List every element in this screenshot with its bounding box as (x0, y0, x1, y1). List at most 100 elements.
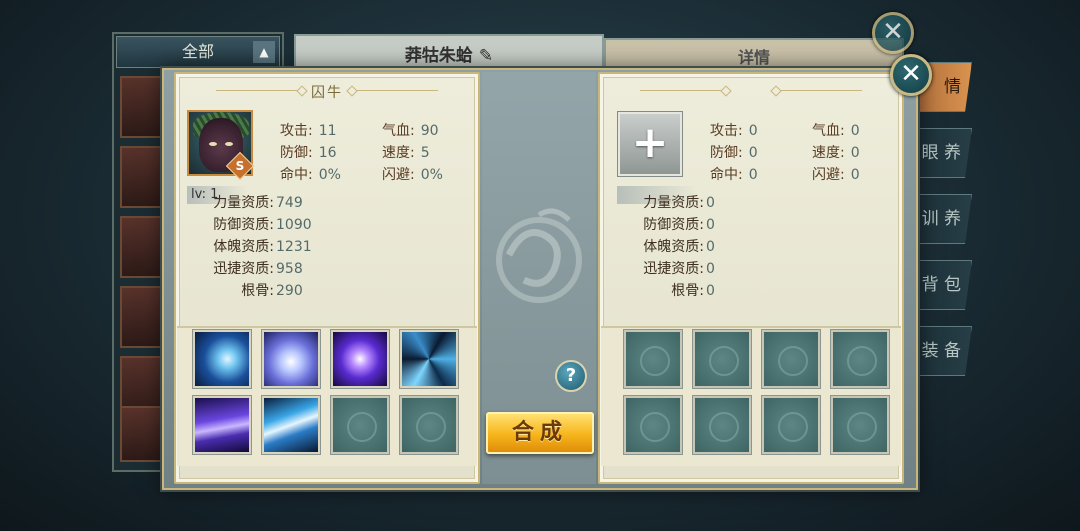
background-pet-slot (120, 146, 164, 208)
side-tab-bag[interactable]: 背 包 (914, 260, 972, 310)
background-pet-slot (120, 216, 164, 278)
stat-label: 速度: (382, 145, 415, 161)
aptitude-label: 迅捷资质: (213, 261, 274, 277)
empty-skill-slot (624, 396, 682, 454)
aptitude-label: 防御资质: (213, 217, 274, 233)
target-aptitude-strength: 力量资质: 0 (622, 192, 715, 212)
stat-value: 0 (850, 145, 860, 161)
empty-skill-slot (831, 396, 889, 454)
stat-speed: 速度: 5 (382, 142, 430, 162)
stat-label: 攻击: (710, 123, 743, 139)
target-stat-hp: 气血: 0 (812, 120, 860, 140)
aptitude-label: 体魄资质: (213, 239, 274, 255)
target-aptitude-defense: 防御资质: 0 (622, 214, 715, 234)
question-mark-icon: ? (565, 365, 577, 386)
aptitude-value: 290 (276, 283, 303, 299)
aptitude-label: 根骨: (241, 283, 274, 299)
aptitude-value: 958 (276, 261, 303, 277)
side-tab-label: 眼 养 (921, 143, 961, 163)
target-stat-defense: 防御: 0 (710, 142, 758, 162)
purple-pillar-skill-icon[interactable] (193, 396, 251, 454)
portrait-eye (225, 142, 233, 146)
background-detail-label: 详情 (737, 48, 770, 67)
side-tab-label: 情 (944, 77, 961, 97)
stat-value: 0 (748, 123, 758, 139)
close-icon: ✕ (900, 59, 922, 89)
empty-skill-slot (762, 330, 820, 388)
pet-list-filter-label: 全部 (181, 42, 214, 61)
pet-list-filter[interactable]: 全部 ▲ (116, 36, 280, 68)
target-stat-speed: 速度: 0 (812, 142, 860, 162)
stat-label: 攻击: (280, 123, 313, 139)
side-tab-train[interactable]: 训 养 (914, 194, 972, 244)
stat-value: 5 (420, 145, 430, 161)
aptitude-root-bone: 根骨: 290 (192, 280, 303, 300)
aptitude-agility: 迅捷资质: 958 (192, 258, 303, 278)
aptitude-label: 力量资质: (213, 195, 274, 211)
stat-label: 闪避: (812, 167, 845, 183)
stat-hp: 气血: 90 (382, 120, 439, 140)
stat-label: 防御: (280, 145, 313, 161)
empty-skill-slot (831, 330, 889, 388)
stat-value: 0 (850, 167, 860, 183)
empty-skill-slot (693, 396, 751, 454)
background-pet-name: 莽牯朱蛤 (404, 46, 473, 66)
stat-defense: 防御: 16 (280, 142, 337, 162)
side-tab-equip[interactable]: 装 备 (914, 326, 972, 376)
aptitude-strength: 力量资质: 749 (192, 192, 303, 212)
stat-label: 速度: (812, 145, 845, 161)
aptitude-value: 749 (276, 195, 303, 211)
wind-slash-skill-icon[interactable] (193, 330, 251, 388)
vortex-skill-icon[interactable] (262, 330, 320, 388)
stat-value: 11 (318, 123, 337, 139)
background-pet-slot (120, 76, 164, 138)
stat-value: 90 (420, 123, 439, 139)
target-aptitude-agility: 迅捷资质: 0 (622, 258, 715, 278)
ice-shards-skill-icon[interactable] (400, 330, 458, 388)
light-dash-skill-icon[interactable] (262, 396, 320, 454)
stat-label: 命中: (710, 167, 743, 183)
aptitude-defense: 防御资质: 1090 (192, 214, 312, 234)
background-pet-slot (120, 286, 164, 348)
stat-value: 0% (420, 167, 443, 183)
background-close-icon[interactable]: ✕ (872, 12, 914, 54)
aptitude-value: 0 (706, 217, 715, 233)
stat-value: 0 (748, 145, 758, 161)
aptitude-label: 迅捷资质: (643, 261, 704, 277)
stat-label: 气血: (812, 123, 845, 139)
chevron-up-icon[interactable]: ▲ (253, 41, 275, 63)
stat-value: 0% (318, 167, 341, 183)
close-glyph: ✕ (882, 17, 904, 47)
plus-icon: + (631, 117, 669, 168)
lightning-orb-skill-icon[interactable] (331, 330, 389, 388)
target-aptitude-constitution: 体魄资质: 0 (622, 236, 715, 256)
stat-value: 16 (318, 145, 337, 161)
title-ornament (348, 90, 438, 91)
side-tab-cultivate[interactable]: 眼 养 (914, 128, 972, 178)
help-button[interactable]: ? (555, 360, 587, 392)
aptitude-label: 体魄资质: (643, 239, 704, 255)
stat-attack: 攻击: 11 (280, 120, 337, 140)
side-tab-label: 背 包 (921, 275, 961, 295)
target-stat-dodge: 闪避: 0 (812, 164, 860, 184)
aptitude-constitution: 体魄资质: 1231 (192, 236, 311, 256)
empty-skill-slot (331, 396, 389, 454)
aptitude-label: 根骨: (671, 283, 704, 299)
add-pet-button[interactable]: + (618, 112, 682, 176)
stat-label: 闪避: (382, 167, 415, 183)
target-stat-attack: 攻击: 0 (710, 120, 758, 140)
stat-value: 0 (748, 167, 758, 183)
aptitude-value: 0 (706, 283, 715, 299)
stat-label: 命中: (280, 167, 313, 183)
rank-letter: S (235, 159, 245, 173)
stat-hit: 命中: 0% (280, 164, 341, 184)
empty-skill-slot (762, 396, 820, 454)
aptitude-value: 1090 (276, 217, 312, 233)
stat-label: 防御: (710, 145, 743, 161)
close-popup-button[interactable]: ✕ (890, 54, 932, 96)
stat-dodge: 闪避: 0% (382, 164, 443, 184)
pet-name-title: 囚牛 (311, 85, 343, 101)
aptitude-label: 防御资质: (643, 217, 704, 233)
combine-button[interactable]: 合成 (486, 412, 594, 454)
side-tab-label: 训 养 (921, 209, 961, 229)
